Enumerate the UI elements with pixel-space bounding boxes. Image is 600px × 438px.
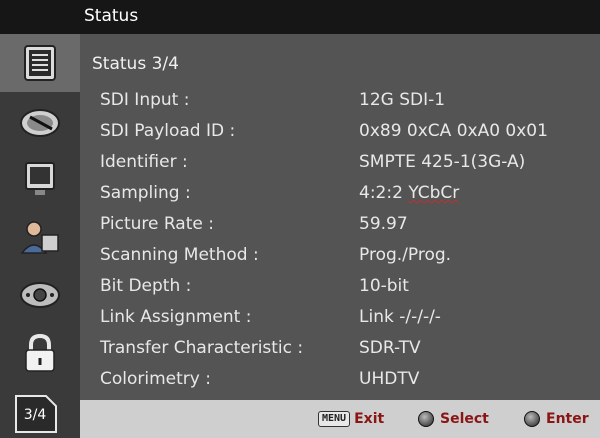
row-picture-rate: Picture Rate : 59.97	[100, 214, 600, 242]
page-indicator-label: 3/4	[23, 407, 47, 423]
knob-turn-icon	[418, 411, 434, 427]
monitor-icon	[25, 162, 55, 195]
row-label: SDI Payload ID :	[100, 121, 236, 141]
row-colorimetry: Colorimetry : UHDTV	[100, 369, 600, 397]
select-label: Select	[440, 411, 489, 427]
row-value: UHDTV	[359, 369, 420, 389]
sidebar-item-joystick[interactable]	[0, 266, 80, 324]
gauge-icon	[20, 109, 60, 137]
sidebar: 3/4	[0, 34, 80, 438]
osd-menu-window: Status 3/4 Status 3/4 SDI Input: 12G SD…	[0, 0, 600, 438]
sidebar-item-monitor[interactable]	[0, 150, 80, 208]
sidebar-item-gauge[interactable]	[0, 92, 80, 150]
window-title: Status	[84, 6, 139, 26]
row-label: Sampling :	[100, 183, 191, 203]
row-bit-depth: Bit Depth : 10-bit	[100, 276, 600, 304]
row-value: 0x89 0xCA 0xA0 0x01	[359, 121, 548, 141]
row-label: Bit Depth :	[100, 276, 192, 296]
row-value: 59.97	[359, 214, 408, 234]
page-heading: Status 3/4	[92, 54, 179, 74]
row-value: SMPTE 425-1(3G-A)	[359, 152, 526, 172]
row-sampling: Sampling : 4:2:2 YCbCr	[100, 183, 600, 211]
row-label: Colorimetry :	[100, 369, 211, 389]
row-value: 12G SDI-1	[359, 90, 446, 110]
exit-label: Exit	[354, 411, 385, 427]
row-label: SDI Input :	[100, 90, 190, 110]
sidebar-item-user[interactable]	[0, 208, 80, 266]
joystick-icon	[20, 282, 60, 308]
status-panel: Status 3/4 SDI Input : 12G SDI-1 SDI Pay…	[80, 34, 600, 400]
row-sdi-input: SDI Input : 12G SDI-1	[100, 90, 600, 118]
row-link-assignment: Link Assignment : Link -/-/-/-	[100, 307, 600, 335]
sidebar-item-lock[interactable]	[0, 324, 80, 382]
row-label: Picture Rate :	[100, 214, 214, 234]
row-identifier: Identifier : SMPTE 425-1(3G-A)	[100, 152, 600, 180]
row-value: 4:2:2 YCbCr	[359, 183, 460, 203]
row-value: Link -/-/-/-	[359, 307, 441, 327]
row-label: Transfer Characteristic :	[100, 338, 304, 358]
row-label: Scanning Method :	[100, 245, 259, 265]
sampling-format-text: YCbCr	[408, 183, 460, 203]
sidebar-item-status[interactable]	[0, 34, 80, 92]
row-transfer-characteristic: Transfer Characteristic : SDR-TV	[100, 338, 600, 366]
row-label: Link Assignment :	[100, 307, 252, 327]
enter-hint[interactable]: Enter	[524, 411, 589, 427]
user-icon	[20, 221, 59, 254]
title-bar: Status	[0, 0, 600, 34]
row-label: Identifier :	[100, 152, 188, 172]
page-indicator: 3/4	[14, 394, 60, 434]
menu-key: MENU	[318, 411, 351, 427]
footer-bar: MENU Exit Select Enter	[80, 400, 600, 438]
row-scanning-method: Scanning Method : Prog./Prog.	[100, 245, 600, 273]
status-icon	[24, 45, 56, 81]
select-hint[interactable]: Select	[418, 411, 489, 427]
row-sdi-payload-id: SDI Payload ID : 0x89 0xCA 0xA0 0x01	[100, 121, 600, 149]
exit-hint[interactable]: MENU Exit	[318, 411, 384, 427]
row-value: Prog./Prog.	[359, 245, 452, 265]
row-value: 10-bit	[359, 276, 409, 296]
enter-label: Enter	[546, 411, 589, 427]
row-value: SDR-TV	[359, 338, 421, 358]
lock-icon	[25, 333, 55, 372]
knob-press-icon	[524, 411, 540, 427]
